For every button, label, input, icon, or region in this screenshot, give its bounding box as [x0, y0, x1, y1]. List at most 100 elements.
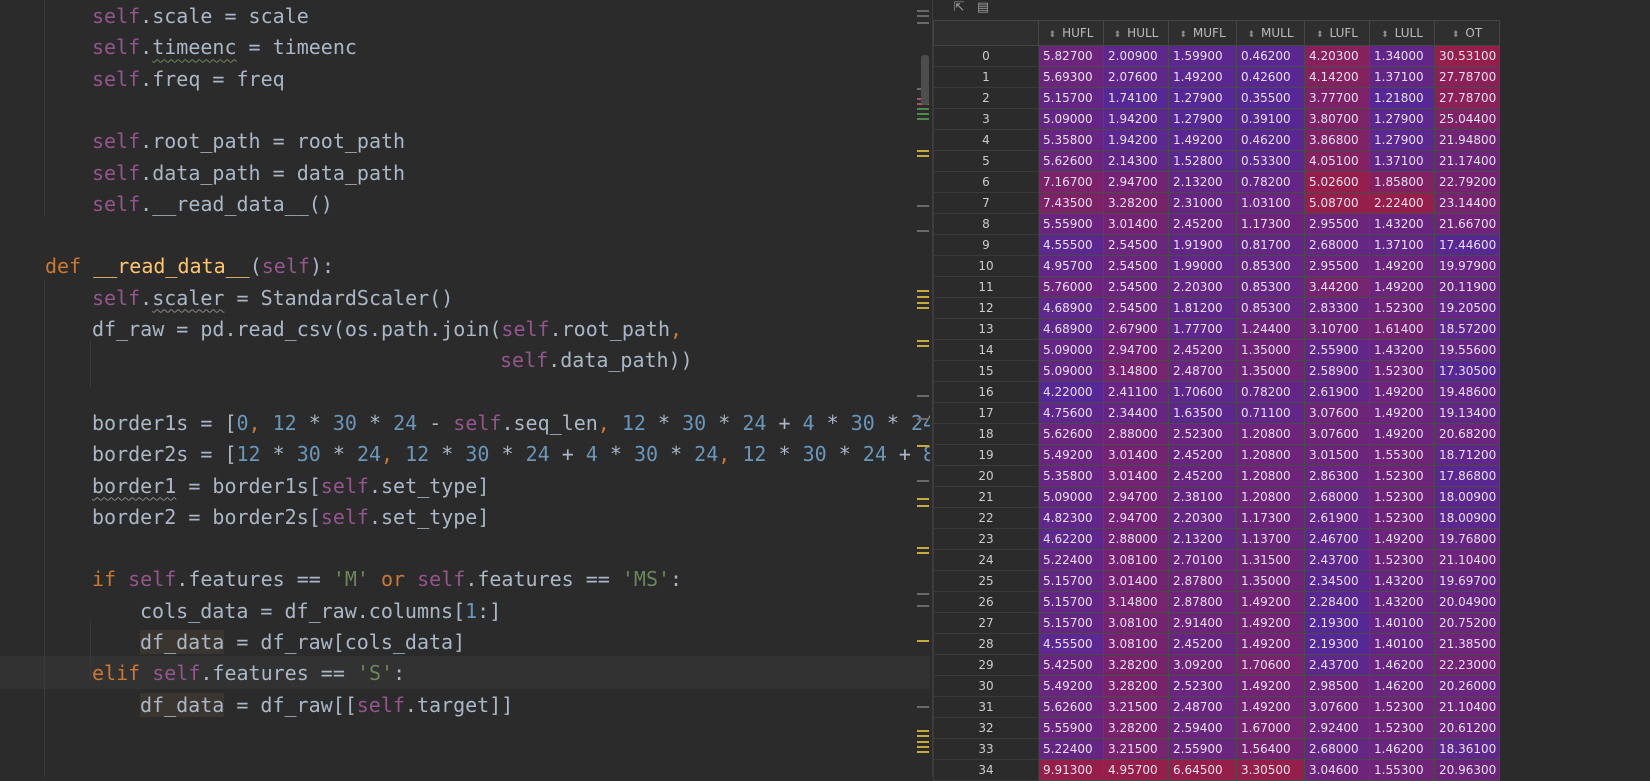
table-cell[interactable]: 5.15700 [1039, 88, 1104, 109]
row-index[interactable]: 20 [934, 466, 1039, 487]
table-cell[interactable]: 2.54500 [1104, 277, 1169, 298]
stripe-marker[interactable] [917, 751, 929, 753]
table-cell[interactable]: 3.07600 [1305, 424, 1370, 445]
table-cell[interactable]: 2.00900 [1104, 46, 1169, 67]
table-cell[interactable]: 2.45200 [1169, 445, 1237, 466]
table-cell[interactable]: 0.81700 [1237, 235, 1305, 256]
code-line[interactable]: border2s = [12 * 30 * 24, 12 * 30 * 24 +… [92, 438, 930, 471]
table-cell[interactable]: 0.78200 [1237, 382, 1305, 403]
sort-icon[interactable]: ⬍ [1049, 30, 1057, 40]
table-cell[interactable]: 1.37100 [1370, 67, 1435, 88]
row-index[interactable]: 33 [934, 739, 1039, 760]
table-cell[interactable]: 1.31500 [1237, 550, 1305, 571]
table-cell[interactable]: 0.53300 [1237, 151, 1305, 172]
table-cell[interactable]: 1.27900 [1169, 88, 1237, 109]
table-row[interactable]: 67.167002.947002.132000.782005.026001.85… [934, 172, 1650, 193]
table-cell[interactable]: 2.07600 [1104, 67, 1169, 88]
code-line[interactable]: self.__read_data__() [92, 188, 333, 221]
table-cell[interactable]: 20.96300 [1435, 760, 1500, 781]
table-cell[interactable]: 2.43700 [1305, 550, 1370, 571]
table-cell[interactable]: 4.55500 [1039, 634, 1104, 655]
table-row[interactable]: 255.157003.014002.878001.350002.345001.4… [934, 571, 1650, 592]
table-cell[interactable]: 2.95500 [1305, 214, 1370, 235]
code-line[interactable]: self.data_path = data_path [92, 157, 405, 190]
table-cell[interactable]: 5.02600 [1305, 172, 1370, 193]
table-cell[interactable]: 2.67900 [1104, 319, 1169, 340]
row-index[interactable]: 31 [934, 697, 1039, 718]
table-cell[interactable]: 3.80700 [1305, 109, 1370, 130]
table-cell[interactable]: 1.37100 [1370, 235, 1435, 256]
table-cell[interactable]: 1.40100 [1370, 634, 1435, 655]
table-cell[interactable]: 4.22000 [1039, 382, 1104, 403]
table-cell[interactable]: 3.01400 [1104, 571, 1169, 592]
table-cell[interactable]: 2.58900 [1305, 361, 1370, 382]
table-cell[interactable]: 5.09000 [1039, 340, 1104, 361]
table-cell[interactable]: 2.70100 [1169, 550, 1237, 571]
table-cell[interactable]: 17.30500 [1435, 361, 1500, 382]
table-row[interactable]: 134.689002.679001.777001.244003.107001.6… [934, 319, 1650, 340]
table-cell[interactable]: 2.54500 [1104, 298, 1169, 319]
table-cell[interactable]: 3.04600 [1305, 760, 1370, 781]
table-cell[interactable]: 3.01500 [1305, 445, 1370, 466]
table-cell[interactable]: 1.52300 [1370, 298, 1435, 319]
column-header[interactable]: ⬍OT [1435, 21, 1500, 46]
row-index[interactable]: 25 [934, 571, 1039, 592]
table-cell[interactable]: 2.94700 [1104, 508, 1169, 529]
stripe-marker[interactable] [917, 10, 929, 12]
table-cell[interactable]: 1.85800 [1370, 172, 1435, 193]
table-row[interactable]: 195.492003.014002.452001.208003.015001.5… [934, 445, 1650, 466]
table-cell[interactable]: 17.86800 [1435, 466, 1500, 487]
table-cell[interactable]: 19.97900 [1435, 256, 1500, 277]
table-cell[interactable]: 1.49200 [1370, 403, 1435, 424]
row-index[interactable]: 15 [934, 361, 1039, 382]
table-cell[interactable]: 3.86800 [1305, 130, 1370, 151]
table-cell[interactable]: 3.10700 [1305, 319, 1370, 340]
table-cell[interactable]: 17.44600 [1435, 235, 1500, 256]
column-header[interactable]: ⬍LUFL [1305, 21, 1370, 46]
column-header[interactable]: ⬍HULL [1104, 21, 1169, 46]
stripe-marker[interactable] [917, 205, 929, 207]
table-cell[interactable]: 3.07600 [1305, 697, 1370, 718]
table-cell[interactable]: 30.53100 [1435, 46, 1500, 67]
table-row[interactable]: 245.224003.081002.701001.315002.437001.5… [934, 550, 1650, 571]
table-row[interactable]: 335.224003.215002.559001.564002.680001.4… [934, 739, 1650, 760]
row-index[interactable]: 11 [934, 277, 1039, 298]
stripe-marker[interactable] [917, 480, 929, 482]
table-cell[interactable]: 1.94200 [1104, 109, 1169, 130]
table-row[interactable]: 55.626002.143001.528000.533004.051001.37… [934, 151, 1650, 172]
table-cell[interactable]: 1.27900 [1370, 130, 1435, 151]
table-cell[interactable]: 20.11900 [1435, 277, 1500, 298]
table-row[interactable]: 05.827002.009001.599000.462004.203001.34… [934, 46, 1650, 67]
table-cell[interactable]: 6.64500 [1169, 760, 1237, 781]
table-cell[interactable]: 1.35000 [1237, 361, 1305, 382]
stripe-marker[interactable] [917, 150, 929, 152]
stripe-marker[interactable] [917, 735, 929, 737]
row-index[interactable]: 24 [934, 550, 1039, 571]
row-index[interactable]: 0 [934, 46, 1039, 67]
table-cell[interactable]: 3.28200 [1104, 655, 1169, 676]
table-cell[interactable]: 5.62600 [1039, 151, 1104, 172]
table-cell[interactable]: 1.49200 [1370, 382, 1435, 403]
table-cell[interactable]: 2.13200 [1169, 172, 1237, 193]
table-cell[interactable]: 5.22400 [1039, 739, 1104, 760]
table-cell[interactable]: 20.75200 [1435, 613, 1500, 634]
table-cell[interactable]: 19.55600 [1435, 340, 1500, 361]
table-cell[interactable]: 0.35500 [1237, 88, 1305, 109]
table-cell[interactable]: 5.55900 [1039, 718, 1104, 739]
stripe-marker[interactable] [917, 706, 929, 708]
table-cell[interactable]: 5.09000 [1039, 361, 1104, 382]
table-cell[interactable]: 2.45200 [1169, 634, 1237, 655]
table-cell[interactable]: 0.85300 [1237, 256, 1305, 277]
table-cell[interactable]: 2.68000 [1305, 739, 1370, 760]
stripe-marker[interactable] [917, 395, 929, 397]
sort-icon[interactable]: ⬍ [1247, 30, 1255, 40]
sort-icon[interactable]: ⬍ [1316, 30, 1324, 40]
table-cell[interactable]: 5.49200 [1039, 676, 1104, 697]
table-cell[interactable]: 21.38500 [1435, 634, 1500, 655]
table-cell[interactable]: 1.56400 [1237, 739, 1305, 760]
table-cell[interactable]: 5.49200 [1039, 445, 1104, 466]
table-cell[interactable]: 1.77700 [1169, 319, 1237, 340]
table-cell[interactable]: 3.77700 [1305, 88, 1370, 109]
stripe-marker[interactable] [917, 730, 929, 732]
table-cell[interactable]: 2.87800 [1169, 592, 1237, 613]
